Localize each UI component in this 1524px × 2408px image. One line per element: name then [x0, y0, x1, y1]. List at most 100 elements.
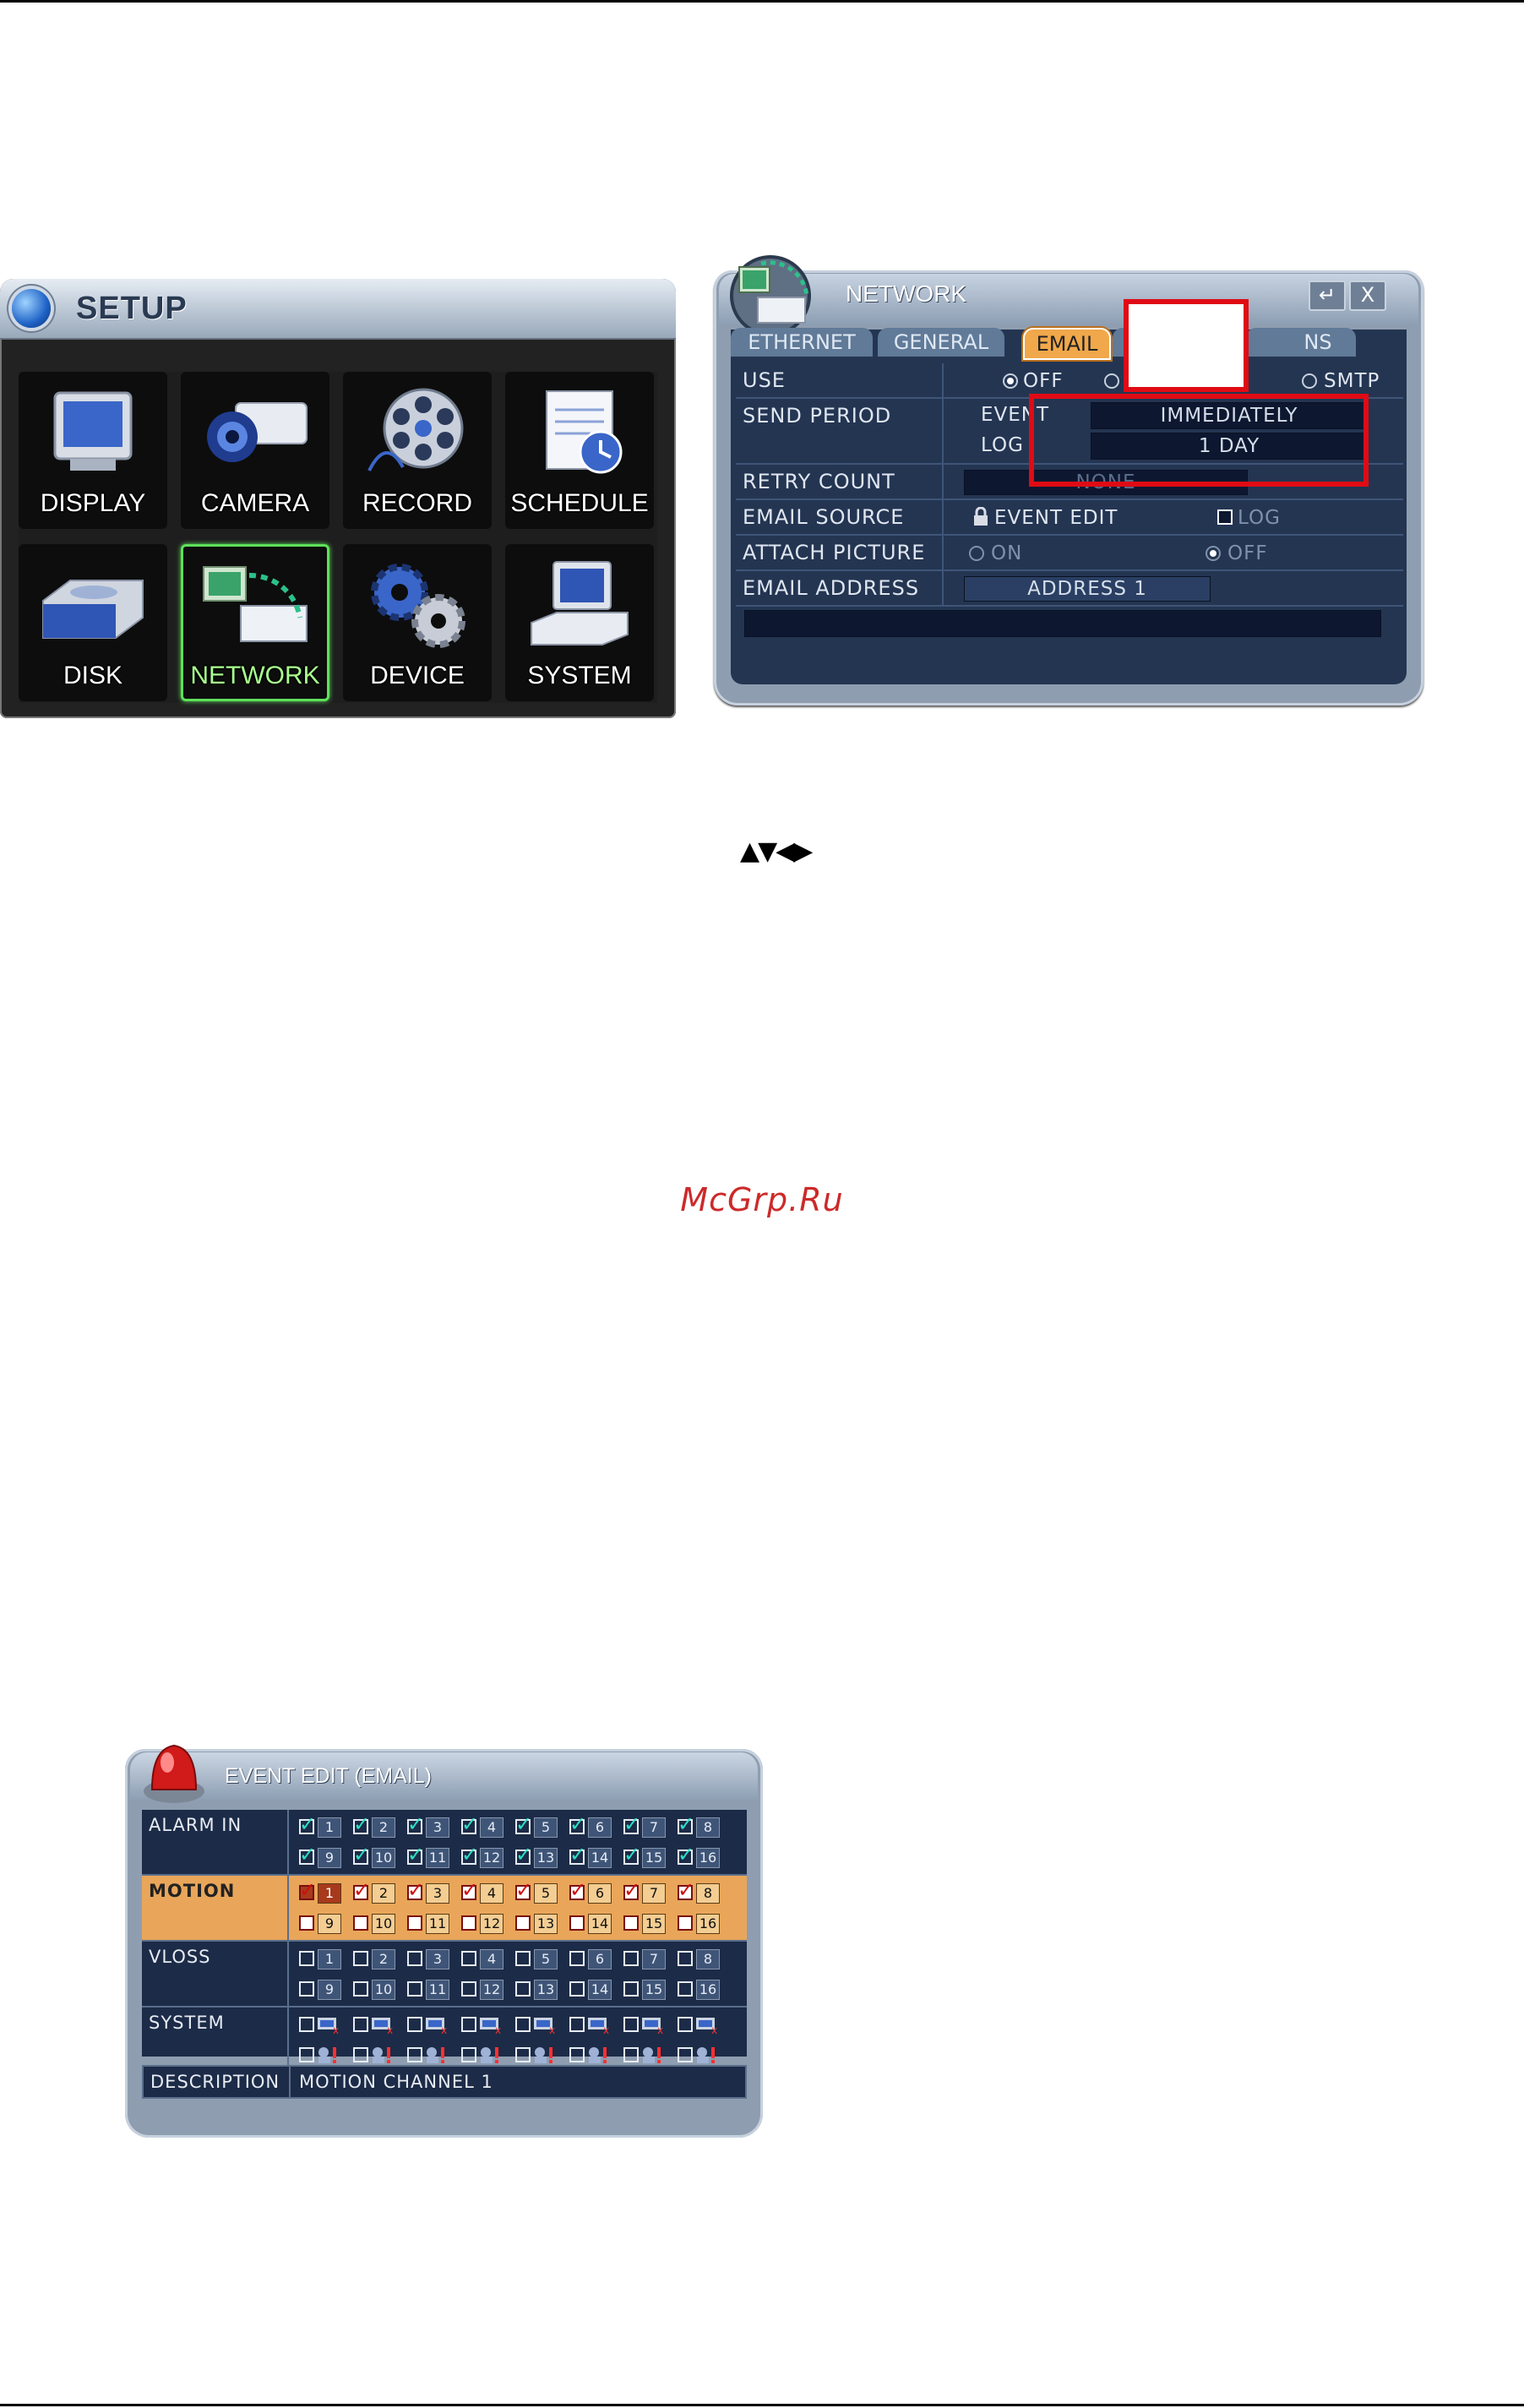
- channel-6[interactable]: 6: [569, 1812, 613, 1838]
- channel-12[interactable]: [461, 2045, 505, 2065]
- channel-15[interactable]: 15: [623, 1979, 667, 2000]
- checkbox[interactable]: [623, 2047, 639, 2062]
- system-tile[interactable]: SYSTEM: [505, 544, 654, 701]
- channel-8[interactable]: 8: [678, 1878, 721, 1904]
- checkbox[interactable]: [678, 1812, 694, 1836]
- checkbox[interactable]: [299, 1843, 316, 1866]
- channel-12[interactable]: 12: [461, 1979, 505, 2000]
- checkbox[interactable]: [678, 1878, 694, 1902]
- checkbox[interactable]: [299, 1981, 314, 1997]
- channel-3[interactable]: x: [407, 2014, 451, 2035]
- tab-ns[interactable]: NS: [1246, 328, 1356, 357]
- channel-7[interactable]: 7: [623, 1812, 667, 1838]
- checkbox[interactable]: [353, 1812, 370, 1836]
- channel-13[interactable]: 13: [515, 1843, 559, 1868]
- channel-5[interactable]: 5: [515, 1812, 559, 1838]
- channel-1[interactable]: 1: [299, 1812, 343, 1838]
- checkbox[interactable]: [353, 1981, 368, 1997]
- checkbox[interactable]: [353, 1915, 368, 1931]
- channel-16[interactable]: 16: [678, 1979, 721, 2000]
- checkbox[interactable]: [353, 2017, 368, 2032]
- channel-8[interactable]: 8: [678, 1948, 721, 1969]
- channel-11[interactable]: 11: [407, 1913, 451, 1934]
- checkbox[interactable]: [515, 1981, 531, 1997]
- checkbox[interactable]: [623, 1951, 639, 1966]
- checkbox[interactable]: [678, 2047, 693, 2062]
- channel-13[interactable]: 13: [515, 1979, 559, 2000]
- checkbox[interactable]: [461, 1843, 478, 1866]
- channel-16[interactable]: [678, 2045, 721, 2065]
- checkbox[interactable]: [623, 1843, 640, 1866]
- checkbox[interactable]: [461, 2017, 476, 2032]
- channel-6[interactable]: 6: [569, 1948, 613, 1969]
- channel-9[interactable]: 9: [299, 1913, 343, 1934]
- checkbox[interactable]: [569, 1878, 586, 1902]
- checkbox[interactable]: [678, 1843, 694, 1866]
- channel-6[interactable]: 6: [569, 1878, 613, 1904]
- channel-2[interactable]: 2: [353, 1812, 397, 1838]
- checkbox[interactable]: [623, 1812, 640, 1836]
- channel-5[interactable]: x: [515, 2014, 559, 2035]
- channel-6[interactable]: x: [569, 2014, 613, 2035]
- device-tile[interactable]: DEVICE: [343, 544, 492, 701]
- checkbox[interactable]: [678, 2017, 693, 2032]
- checkbox[interactable]: [569, 2047, 585, 2062]
- event-edit-label[interactable]: EVENT EDIT: [994, 507, 1118, 529]
- channel-11[interactable]: 11: [407, 1979, 451, 2000]
- checkbox[interactable]: [515, 2017, 531, 2032]
- channel-14[interactable]: 14: [569, 1843, 613, 1868]
- channel-3[interactable]: 3: [407, 1948, 451, 1969]
- enter-button[interactable]: ↵: [1309, 281, 1346, 311]
- checkbox[interactable]: [407, 1843, 424, 1866]
- channel-8[interactable]: 8: [678, 1812, 721, 1838]
- channel-1[interactable]: x: [299, 2014, 343, 2035]
- channel-10[interactable]: [353, 2045, 397, 2065]
- checkbox[interactable]: [299, 2017, 314, 2032]
- checkbox[interactable]: [407, 2017, 422, 2032]
- email-address-input[interactable]: [744, 610, 1381, 637]
- channel-10[interactable]: 10: [353, 1843, 397, 1868]
- checkbox[interactable]: [623, 2017, 639, 2032]
- channel-2[interactable]: 2: [353, 1948, 397, 1969]
- channel-12[interactable]: 12: [461, 1843, 505, 1868]
- channel-3[interactable]: 3: [407, 1878, 451, 1904]
- checkbox[interactable]: [623, 1981, 639, 1997]
- channel-4[interactable]: 4: [461, 1812, 505, 1838]
- checkbox[interactable]: [353, 2047, 368, 2062]
- checkbox[interactable]: [461, 1981, 476, 1997]
- checkbox[interactable]: [678, 1951, 693, 1966]
- checkbox[interactable]: [299, 1878, 316, 1902]
- checkbox[interactable]: [515, 2047, 531, 2062]
- email-address-select[interactable]: ADDRESS 1: [964, 576, 1211, 602]
- checkbox[interactable]: [407, 1878, 424, 1902]
- checkbox[interactable]: [569, 1951, 585, 1966]
- channel-12[interactable]: 12: [461, 1913, 505, 1934]
- channel-11[interactable]: 11: [407, 1843, 451, 1868]
- checkbox[interactable]: [353, 1878, 370, 1902]
- channel-15[interactable]: [623, 2045, 667, 2065]
- tab-ethernet[interactable]: ETHERNET: [731, 328, 873, 357]
- disk-tile[interactable]: DISK: [19, 544, 167, 701]
- checkbox[interactable]: [407, 1915, 422, 1931]
- checkbox[interactable]: [678, 1915, 693, 1931]
- channel-7[interactable]: 7: [623, 1878, 667, 1904]
- channel-1[interactable]: 1: [299, 1878, 343, 1904]
- record-tile[interactable]: RECORD: [343, 372, 492, 529]
- channel-3[interactable]: 3: [407, 1812, 451, 1838]
- channel-2[interactable]: 2: [353, 1878, 397, 1904]
- channel-15[interactable]: 15: [623, 1913, 667, 1934]
- channel-7[interactable]: x: [623, 2014, 667, 2035]
- channel-8[interactable]: x: [678, 2014, 721, 2035]
- checkbox[interactable]: [623, 1878, 640, 1902]
- checkbox[interactable]: [299, 1812, 316, 1836]
- channel-14[interactable]: 14: [569, 1913, 613, 1934]
- checkbox[interactable]: [678, 1981, 693, 1997]
- channel-1[interactable]: 1: [299, 1948, 343, 1969]
- channel-16[interactable]: 16: [678, 1913, 721, 1934]
- checkbox[interactable]: [407, 1812, 424, 1836]
- network-tile[interactable]: NETWORK: [181, 544, 329, 701]
- channel-13[interactable]: 13: [515, 1913, 559, 1934]
- channel-14[interactable]: 14: [569, 1979, 613, 2000]
- channel-4[interactable]: 4: [461, 1878, 505, 1904]
- channel-5[interactable]: 5: [515, 1948, 559, 1969]
